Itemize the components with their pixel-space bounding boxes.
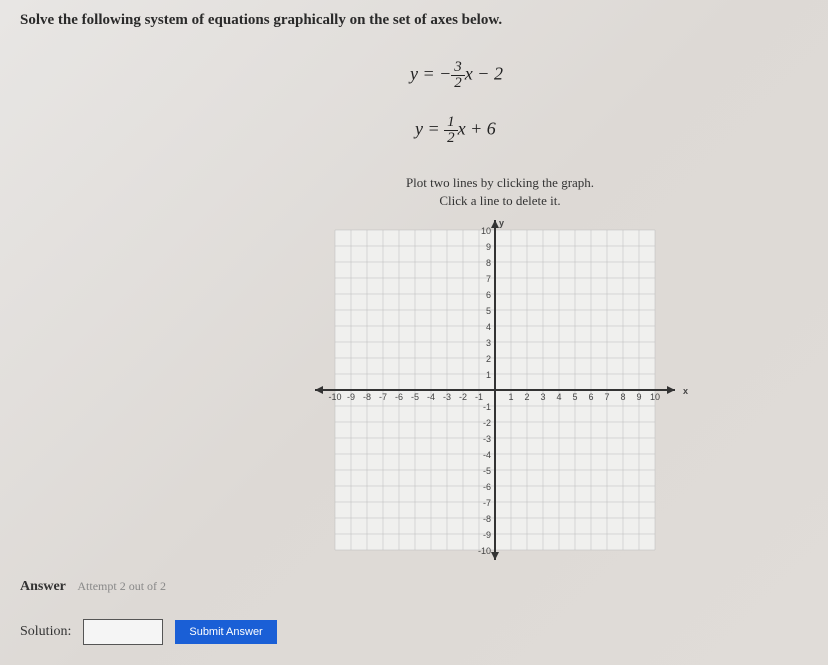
submit-button[interactable]: Submit Answer bbox=[175, 620, 276, 644]
instruction-line2: Click a line to delete it. bbox=[370, 193, 630, 209]
x-tick: -9 bbox=[347, 392, 355, 402]
x-axis-arrow-left bbox=[315, 386, 323, 394]
x-tick: -8 bbox=[363, 392, 371, 402]
y-tick: 1 bbox=[486, 370, 491, 380]
x-tick: -6 bbox=[395, 392, 403, 402]
y-tick: 9 bbox=[486, 242, 491, 252]
x-axis-arrow-right bbox=[667, 386, 675, 394]
eq1-fraction: 32 bbox=[451, 60, 465, 91]
eq2-lhs: y = bbox=[415, 119, 444, 139]
equation-1: y = −32x − 2 bbox=[410, 60, 503, 91]
y-tick: -5 bbox=[483, 466, 491, 476]
eq2-var: x bbox=[458, 119, 466, 139]
eq1-neg: − bbox=[439, 64, 451, 84]
x-tick: 6 bbox=[588, 392, 593, 402]
eq1-num: 3 bbox=[451, 60, 465, 76]
eq2-num: 1 bbox=[444, 115, 458, 131]
y-tick: -1 bbox=[483, 402, 491, 412]
question-text: Solve the following system of equations … bbox=[20, 12, 502, 29]
y-tick: 2 bbox=[486, 354, 491, 364]
y-tick: -10 bbox=[478, 546, 491, 556]
x-tick: -1 bbox=[475, 392, 483, 402]
x-tick: 2 bbox=[524, 392, 529, 402]
y-tick: -9 bbox=[483, 530, 491, 540]
x-tick: -2 bbox=[459, 392, 467, 402]
y-tick: -8 bbox=[483, 514, 491, 524]
y-axis-arrow-down bbox=[491, 552, 499, 560]
eq2-fraction: 12 bbox=[444, 115, 458, 146]
y-tick: 4 bbox=[486, 322, 491, 332]
x-tick: 1 bbox=[508, 392, 513, 402]
x-tick: 10 bbox=[650, 392, 660, 402]
attempt-text: Attempt 2 out of 2 bbox=[77, 579, 166, 593]
answer-label: Answer bbox=[20, 579, 66, 594]
x-tick: 3 bbox=[540, 392, 545, 402]
x-axis-label: x bbox=[683, 386, 688, 396]
eq1-den: 2 bbox=[451, 76, 465, 91]
y-tick: -3 bbox=[483, 434, 491, 444]
y-tick: 8 bbox=[486, 258, 491, 268]
y-tick: -2 bbox=[483, 418, 491, 428]
solution-row: Solution: Submit Answer bbox=[20, 619, 277, 645]
x-tick: -3 bbox=[443, 392, 451, 402]
eq2-tail: + 6 bbox=[466, 119, 496, 139]
y-tick: 6 bbox=[486, 290, 491, 300]
y-tick: 10 bbox=[481, 226, 491, 236]
x-tick: -10 bbox=[328, 392, 341, 402]
y-tick: -6 bbox=[483, 482, 491, 492]
x-tick: -7 bbox=[379, 392, 387, 402]
x-tick: 4 bbox=[556, 392, 561, 402]
graph-area[interactable]: x y -10 -9 -8 -7 -6 -5 -4 -3 -2 -1 1 2 3… bbox=[295, 220, 695, 560]
x-tick: 8 bbox=[620, 392, 625, 402]
x-tick: 5 bbox=[572, 392, 577, 402]
y-axis-arrow-up bbox=[491, 220, 499, 228]
x-tick: -5 bbox=[411, 392, 419, 402]
y-tick: -7 bbox=[483, 498, 491, 508]
y-tick: 5 bbox=[486, 306, 491, 316]
eq1-lhs: y = bbox=[410, 64, 439, 84]
x-tick: 7 bbox=[604, 392, 609, 402]
solution-label: Solution: bbox=[20, 624, 71, 640]
solution-input[interactable] bbox=[83, 619, 163, 645]
coordinate-grid[interactable]: x y -10 -9 -8 -7 -6 -5 -4 -3 -2 -1 1 2 3… bbox=[295, 220, 695, 560]
y-tick: -4 bbox=[483, 450, 491, 460]
y-tick: 3 bbox=[486, 338, 491, 348]
y-tick: 7 bbox=[486, 274, 491, 284]
eq2-den: 2 bbox=[444, 131, 458, 146]
eq1-var: x bbox=[465, 64, 473, 84]
equation-2: y = 12x + 6 bbox=[415, 115, 496, 146]
x-tick: -4 bbox=[427, 392, 435, 402]
plot-instruction: Plot two lines by clicking the graph. Cl… bbox=[370, 175, 630, 209]
answer-section: Answer Attempt 2 out of 2 bbox=[20, 579, 166, 595]
x-tick: 9 bbox=[636, 392, 641, 402]
y-axis-label: y bbox=[499, 220, 504, 228]
eq1-tail: − 2 bbox=[473, 64, 503, 84]
instruction-line1: Plot two lines by clicking the graph. bbox=[406, 175, 594, 190]
